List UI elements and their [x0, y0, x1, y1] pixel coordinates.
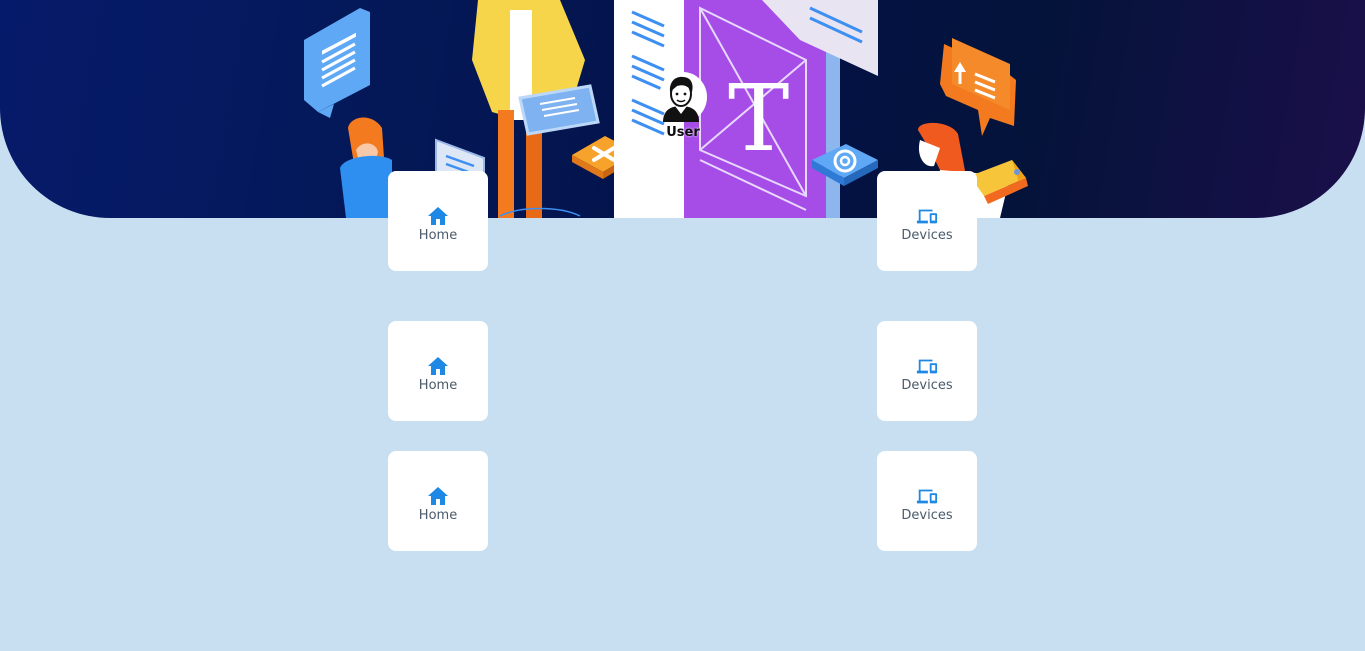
home-label: Home [418, 227, 458, 243]
user-label: User [666, 125, 700, 140]
devices-icon [916, 359, 938, 373]
upload-bubble-illustration [940, 38, 1016, 136]
home-tile[interactable]: Home [388, 321, 488, 421]
devices-icon [916, 209, 938, 223]
devices-label: Devices [901, 377, 953, 393]
user-profile[interactable]: User [657, 72, 709, 140]
devices-icon [916, 489, 938, 503]
chat-bubble-illustration [304, 8, 370, 118]
home-tile[interactable]: Home [388, 171, 488, 271]
home-icon [428, 486, 448, 505]
home-label: Home [418, 507, 458, 523]
home-icon [428, 356, 448, 375]
person-with-tablet-illustration [472, 0, 600, 218]
home-label: Home [418, 377, 458, 393]
user-avatar-icon[interactable] [659, 72, 707, 122]
devices-tile[interactable]: Devices [877, 451, 977, 551]
devices-tile[interactable]: Devices [877, 321, 977, 421]
home-icon [428, 206, 448, 225]
home-tile[interactable]: Home [388, 451, 488, 551]
svg-text:T: T [728, 65, 789, 172]
devices-tile[interactable]: Devices [877, 171, 977, 271]
header-banner: T User [0, 0, 1365, 218]
devices-label: Devices [901, 507, 953, 523]
page: T User Home Devices Home Devices Home De… [0, 0, 1365, 651]
devices-label: Devices [901, 227, 953, 243]
phone-document-illustration: T [614, 0, 878, 218]
